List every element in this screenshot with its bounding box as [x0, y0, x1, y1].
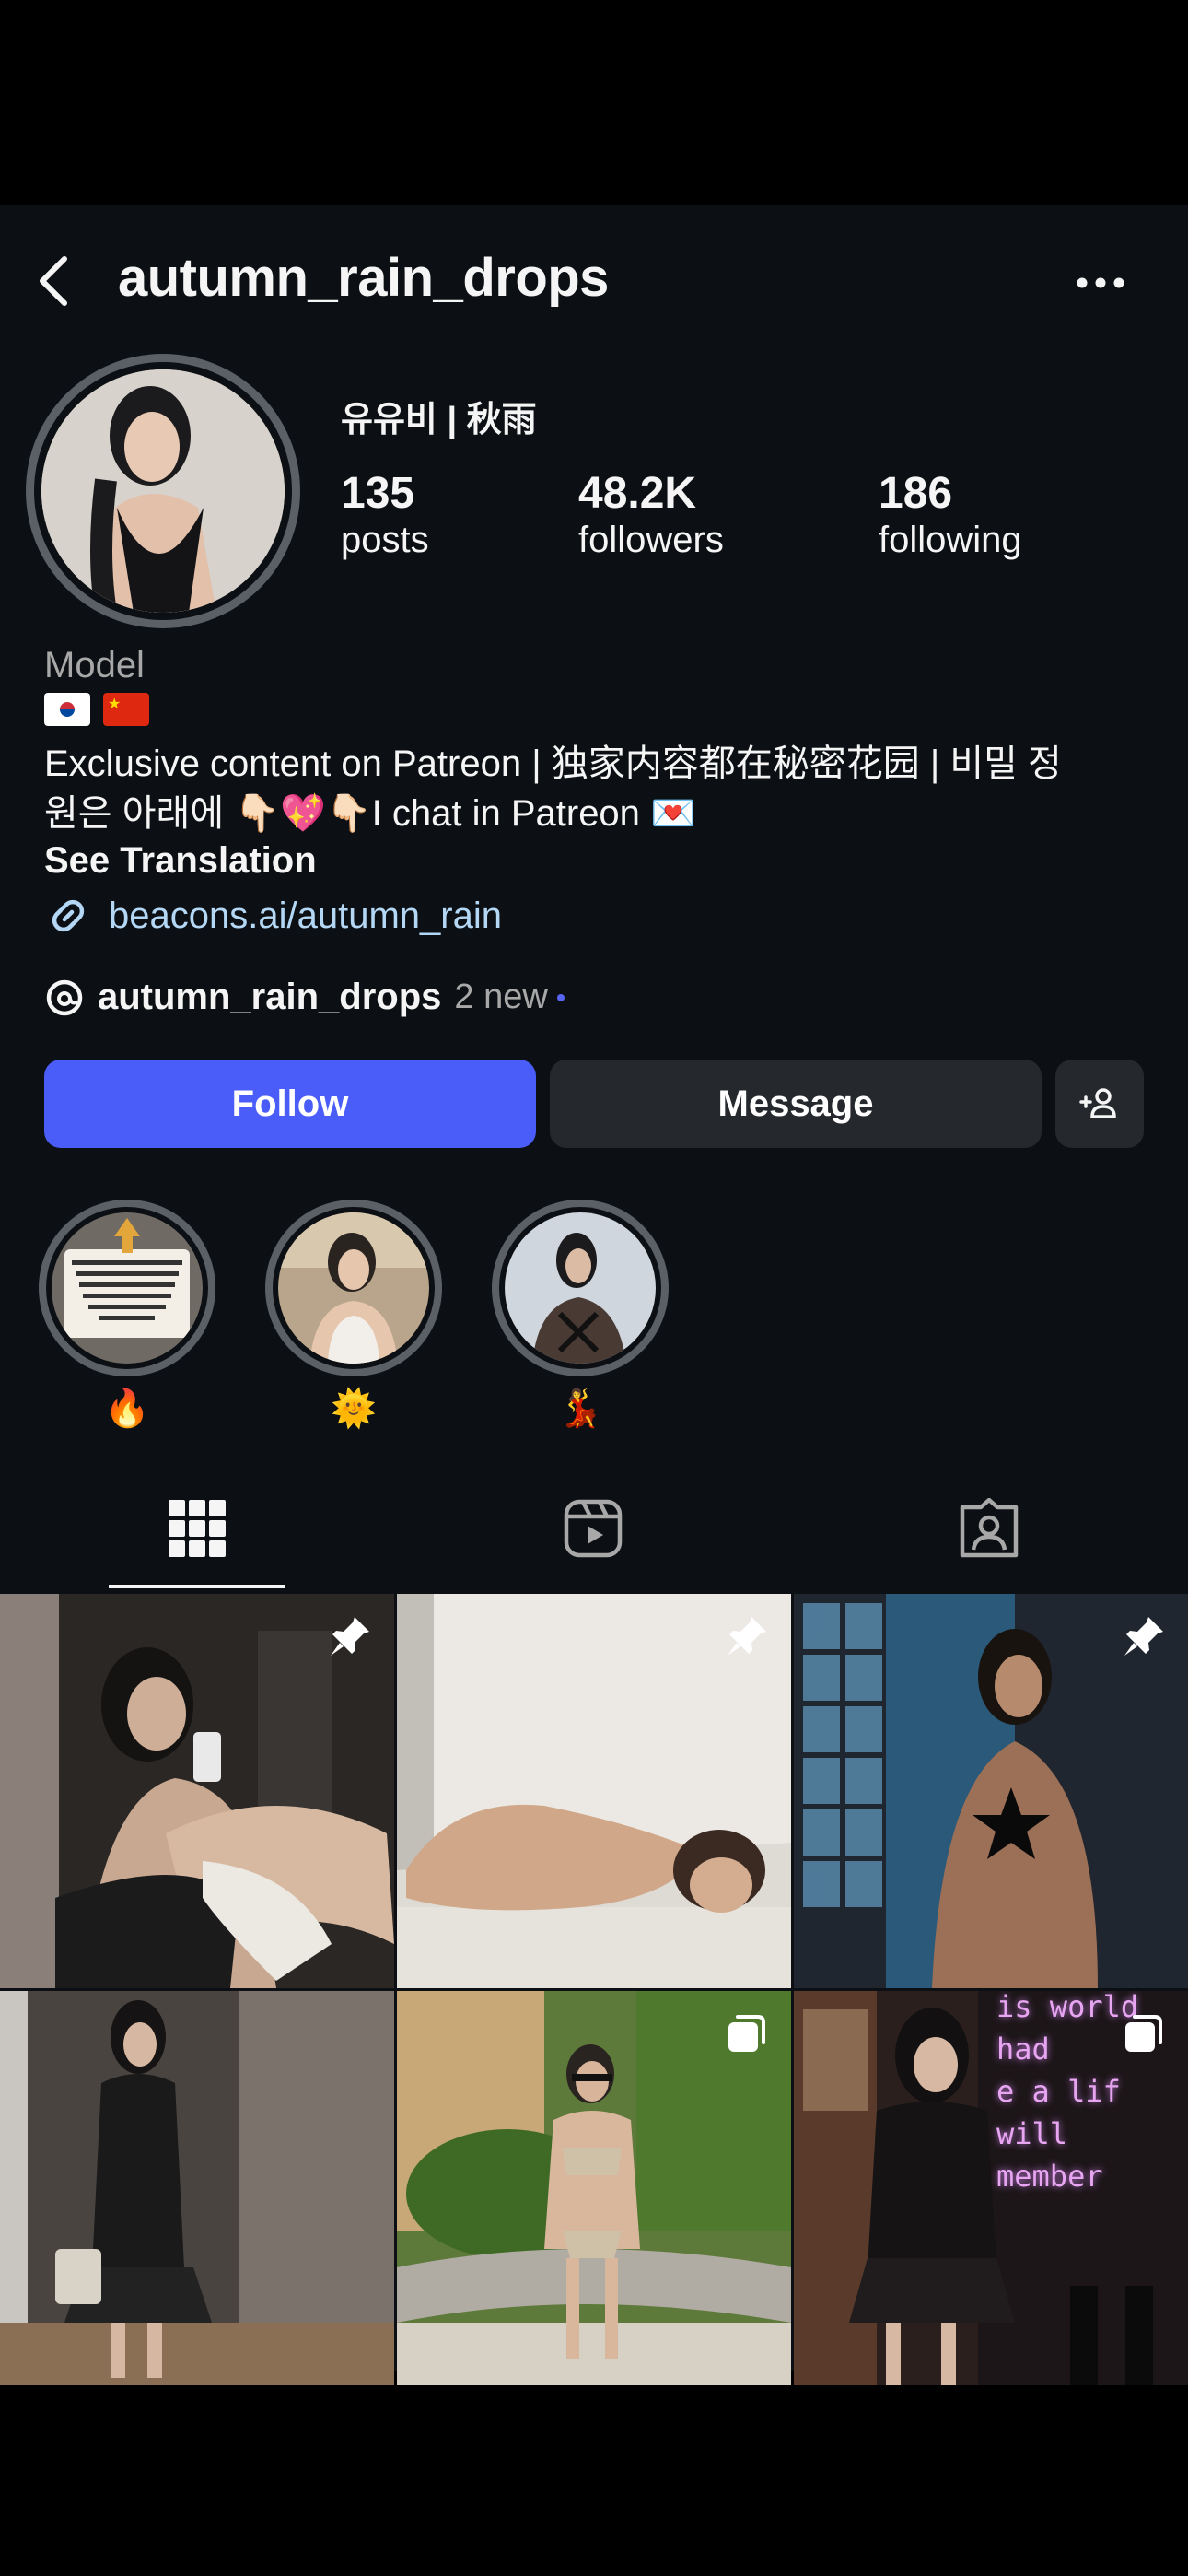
pin-icon	[1118, 1610, 1170, 1662]
tab-tagged[interactable]	[934, 1487, 1044, 1570]
threads-badge[interactable]: autumn_rain_drops 2 new	[44, 977, 565, 1018]
tab-posts-grid[interactable]	[142, 1487, 252, 1570]
threads-username: autumn_rain_drops	[98, 977, 442, 1017]
tagged-person-icon	[960, 1498, 1019, 1558]
new-indicator-dot	[556, 993, 565, 1001]
link-icon	[52, 899, 85, 932]
status-bar-area	[0, 0, 1188, 205]
profile-category: Model	[44, 645, 145, 685]
add-person-icon	[1079, 1088, 1116, 1118]
bio-line-2: 원은 아래에 👇🏻💖👇🏻I chat in Patreon 💌	[44, 793, 696, 834]
carousel-icon	[1118, 2008, 1170, 2059]
following-count: 186	[879, 469, 953, 518]
post-thumbnail[interactable]	[397, 1991, 791, 2385]
china-flag-icon	[103, 693, 149, 726]
profile-link[interactable]: beacons.ai/autumn_rain	[44, 892, 502, 940]
post-thumbnail[interactable]	[0, 1991, 394, 2385]
back-button[interactable]	[28, 249, 79, 313]
grid-icon	[169, 1500, 226, 1557]
highlight-title: 🔥	[104, 1388, 150, 1429]
display-name: 유유비 | 秋雨	[341, 401, 537, 439]
more-options-button[interactable]	[1068, 260, 1133, 306]
post-thumbnail[interactable]	[0, 1594, 394, 1988]
avatar-photo	[41, 369, 285, 613]
posts-grid: is world had e a lif will member	[0, 1594, 1188, 2385]
highlight-thumbnail	[278, 1212, 429, 1364]
highlight-title: 🌞	[331, 1388, 377, 1429]
reels-icon	[564, 1499, 623, 1558]
pin-icon	[721, 1610, 773, 1662]
bio-flags	[44, 693, 149, 726]
threads-icon	[46, 979, 83, 1015]
highlight-thumbnail	[505, 1212, 656, 1364]
active-tab-indicator	[109, 1585, 285, 1588]
stat-posts[interactable]: 135 posts	[341, 468, 429, 561]
story-highlight-1[interactable]: 🔥	[39, 1200, 215, 1432]
carousel-icon	[721, 2008, 773, 2059]
see-translation-link[interactable]: See Translation	[44, 840, 317, 882]
followers-label: followers	[578, 520, 724, 561]
highlight-thumbnail	[52, 1212, 203, 1364]
story-highlight-2[interactable]: 🌞	[265, 1200, 442, 1432]
highlight-title: 💃	[557, 1388, 603, 1429]
suggested-users-button[interactable]	[1055, 1060, 1144, 1148]
following-label: following	[879, 520, 1022, 561]
link-text: beacons.ai/autumn_rain	[109, 895, 502, 936]
profile-username-title: autumn_rain_drops	[118, 248, 609, 308]
bottom-safe-area	[0, 2371, 1188, 2576]
stat-following[interactable]: 186 following	[879, 468, 1022, 561]
followers-count: 48.2K	[578, 469, 697, 518]
story-highlight-3[interactable]: 💃	[492, 1200, 669, 1432]
more-horizontal-icon	[1077, 277, 1124, 288]
message-button[interactable]: Message	[550, 1060, 1042, 1148]
tab-reels[interactable]	[538, 1487, 648, 1570]
chevron-left-icon	[40, 256, 67, 306]
stat-followers[interactable]: 48.2K followers	[578, 468, 724, 561]
pin-icon	[324, 1610, 376, 1662]
profile-avatar[interactable]	[26, 354, 300, 628]
post-thumbnail[interactable]	[397, 1594, 791, 1988]
profile-bio: Exclusive content on Patreon | 独家内容都在秘密花…	[44, 739, 1149, 838]
posts-count: 135	[341, 469, 415, 518]
south-korea-flag-icon	[44, 693, 90, 726]
threads-new-count: 2 new	[454, 978, 548, 1016]
post-thumbnail[interactable]: is world had e a lif will member	[794, 1991, 1188, 2385]
posts-label: posts	[341, 520, 429, 561]
follow-button[interactable]: Follow	[44, 1060, 536, 1148]
bio-line-1: Exclusive content on Patreon | 独家内容都在秘密花…	[44, 744, 1062, 784]
post-thumbnail[interactable]	[794, 1594, 1188, 1988]
